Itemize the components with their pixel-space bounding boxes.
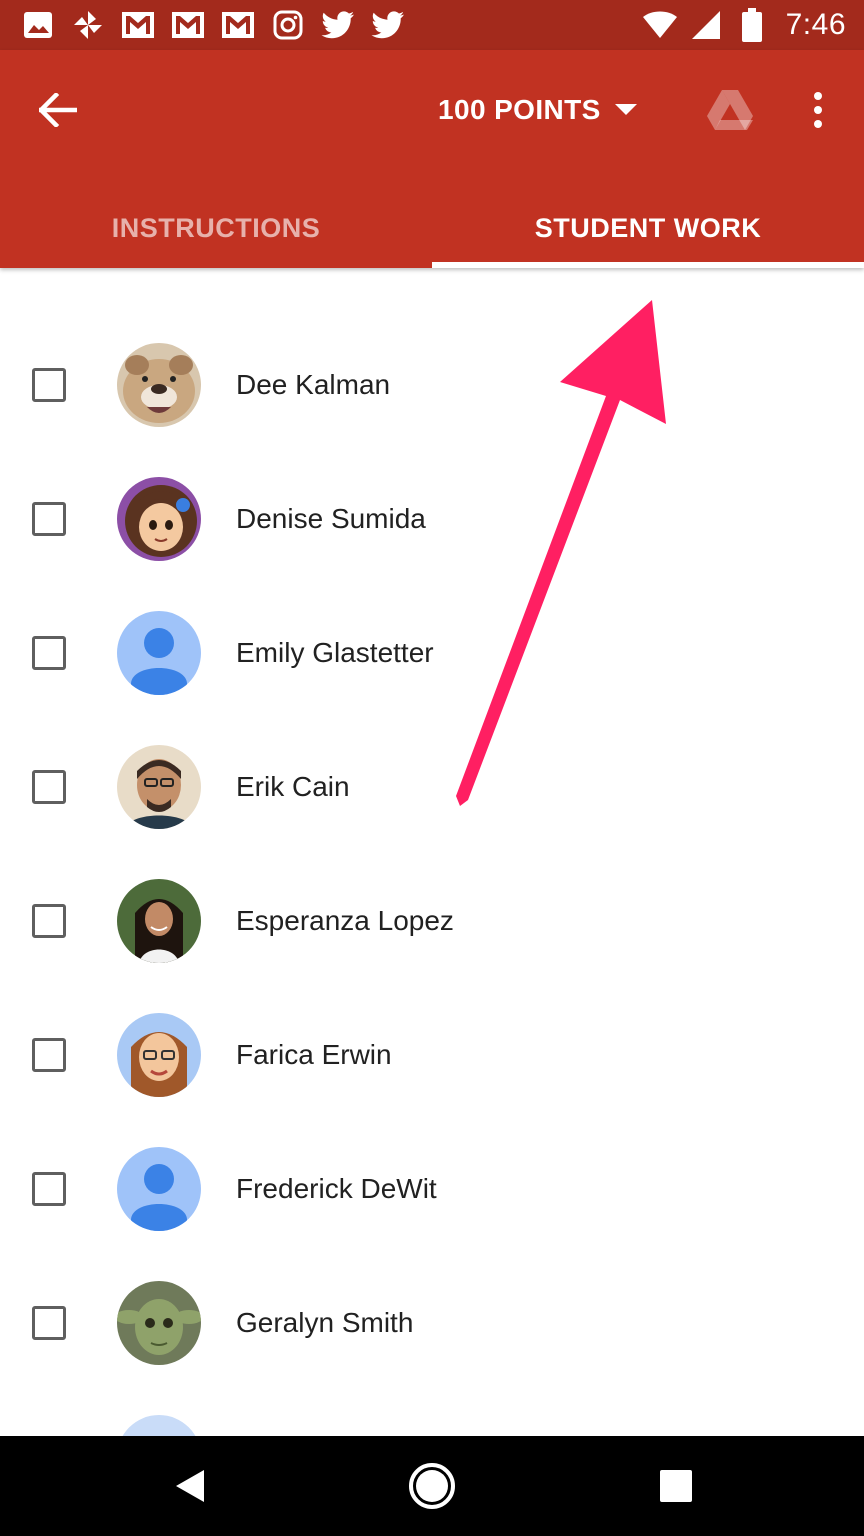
- student-name: Denise Sumida: [236, 503, 426, 534]
- list-item[interactable]: Denise Sumida: [0, 452, 864, 586]
- student-checkbox[interactable]: [32, 904, 66, 938]
- list-item[interactable]: Frederick DeWit: [0, 1122, 864, 1256]
- pinwheel-icon: [70, 7, 106, 43]
- nav-back-button[interactable]: [150, 1456, 230, 1516]
- home-circle-icon: [409, 1463, 455, 1509]
- dropdown-caret-icon: [614, 104, 637, 115]
- gmail-icon: [220, 7, 256, 43]
- student-checkbox[interactable]: [32, 1038, 66, 1072]
- list-item[interactable]: Dee Kalman: [0, 318, 864, 452]
- status-bar: 7:46: [0, 0, 864, 50]
- signal-icon: [688, 7, 724, 43]
- student-name: Frederick DeWit: [236, 1173, 437, 1204]
- points-dropdown[interactable]: 100 POINTS: [438, 80, 637, 140]
- system-icons: 7:46: [642, 6, 846, 44]
- wifi-icon: [642, 7, 678, 43]
- google-drive-icon: [707, 90, 753, 130]
- twitter-icon: [320, 7, 356, 43]
- student-name: Erik Cain: [236, 771, 350, 802]
- list-item[interactable]: Farica Erwin: [0, 988, 864, 1122]
- gmail-icon: [170, 7, 206, 43]
- points-label: 100 POINTS: [438, 94, 601, 125]
- student-avatar: [117, 343, 201, 427]
- student-list[interactable]: Dee Kalman Denise Sumida Emily Glastette…: [0, 268, 864, 1436]
- student-name: Geralyn Smith: [236, 1307, 414, 1338]
- list-item[interactable]: Emily Glastetter: [0, 586, 864, 720]
- list-item[interactable]: Esperanza Lopez: [0, 854, 864, 988]
- navigation-bar: [0, 1436, 864, 1536]
- student-name: Farica Erwin: [236, 1039, 392, 1070]
- student-checkbox[interactable]: [32, 770, 66, 804]
- battery-icon: [734, 7, 770, 43]
- app-bar: 100 POINTS INSTRUCTIONS STUDENT WORK: [0, 50, 864, 268]
- twitter-icon: [370, 7, 406, 43]
- nav-home-button[interactable]: [392, 1456, 472, 1516]
- student-avatar: [117, 1281, 201, 1365]
- student-checkbox[interactable]: [32, 636, 66, 670]
- instagram-icon: [270, 7, 306, 43]
- student-checkbox[interactable]: [32, 368, 66, 402]
- nav-recents-button[interactable]: [636, 1456, 716, 1516]
- back-triangle-icon: [176, 1470, 204, 1502]
- list-item[interactable]: [0, 268, 864, 292]
- list-item[interactable]: Geralyn Smith: [0, 1256, 864, 1390]
- recents-square-icon: [660, 1470, 692, 1502]
- student-checkbox[interactable]: [32, 1172, 66, 1206]
- default-person-icon: [117, 611, 201, 695]
- student-checkbox[interactable]: [32, 502, 66, 536]
- student-avatar: [117, 1013, 201, 1097]
- tab-instructions[interactable]: INSTRUCTIONS: [0, 188, 432, 268]
- drive-button[interactable]: [700, 80, 760, 140]
- student-avatar: [117, 477, 201, 561]
- default-person-icon: [117, 1147, 201, 1231]
- notification-icons: [20, 6, 406, 44]
- back-button[interactable]: [30, 84, 86, 136]
- student-name: Emily Glastetter: [236, 637, 434, 668]
- more-vert-icon: [814, 92, 822, 128]
- arrow-left-icon: [39, 93, 77, 127]
- tab-indicator: [432, 262, 864, 268]
- more-options-button[interactable]: [792, 80, 844, 140]
- list-item[interactable]: Erik Cain: [0, 720, 864, 854]
- student-name: Esperanza Lopez: [236, 905, 454, 936]
- tab-student-work[interactable]: STUDENT WORK: [432, 188, 864, 268]
- clock-time: 7:46: [785, 8, 846, 41]
- student-avatar: [117, 745, 201, 829]
- student-name: Dee Kalman: [236, 369, 391, 400]
- image-icon: [20, 7, 56, 43]
- student-checkbox[interactable]: [32, 1306, 66, 1340]
- gmail-icon: [120, 7, 156, 43]
- list-item[interactable]: [0, 1390, 864, 1436]
- student-avatar: [117, 879, 201, 963]
- default-person-icon: [117, 1415, 201, 1436]
